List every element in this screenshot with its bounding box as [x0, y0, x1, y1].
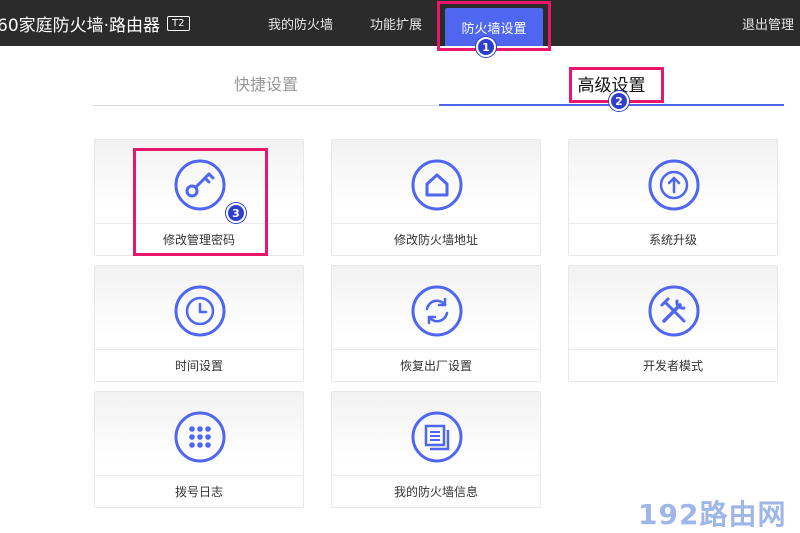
logout-button[interactable]: 退出管理: [742, 0, 794, 46]
home-icon: [411, 159, 463, 211]
step-badge-2: 2: [609, 91, 629, 111]
step-badge-3: 3: [226, 203, 246, 223]
card-label: 开发者模式: [569, 349, 777, 381]
model-tag: T2: [167, 15, 190, 31]
nav-extensions[interactable]: 功能扩展: [370, 0, 422, 46]
tools-icon: [648, 285, 700, 337]
card-change-address[interactable]: 修改防火墙地址: [331, 139, 541, 256]
card-label: 系统升级: [569, 223, 777, 255]
card-developer-mode[interactable]: 开发者模式: [568, 265, 778, 382]
arrow-up-icon: [648, 159, 700, 211]
logo: 60家庭防火墙·路由器 T2: [0, 0, 190, 46]
card-label: 修改防火墙地址: [332, 223, 540, 255]
step-badge-1: 1: [476, 37, 496, 57]
card-firewall-info[interactable]: 我的防火墙信息: [331, 391, 541, 508]
card-label: 时间设置: [95, 349, 303, 381]
top-bar: 60家庭防火墙·路由器 T2 我的防火墙 功能扩展 防火墙设置 退出管理: [0, 0, 800, 46]
refresh-icon: [411, 285, 463, 337]
card-time-settings[interactable]: 时间设置: [94, 265, 304, 382]
card-label: 拨号日志: [95, 475, 303, 507]
highlight-box-card: [133, 148, 268, 256]
card-factory-reset[interactable]: 恢复出厂设置: [331, 265, 541, 382]
card-label: 恢复出厂设置: [332, 349, 540, 381]
watermark: 192路由网: [638, 498, 787, 531]
clock-icon: [174, 285, 226, 337]
tab-underline: [93, 105, 439, 106]
tab-quick-settings[interactable]: 快捷设置: [93, 60, 439, 106]
card-system-upgrade[interactable]: 系统升级: [568, 139, 778, 256]
card-dial-log[interactable]: 拨号日志: [94, 391, 304, 508]
logo-text: 60家庭防火墙·路由器: [0, 15, 161, 36]
card-label: 我的防火墙信息: [332, 475, 540, 507]
dialpad-icon: [174, 411, 226, 463]
nav-my-firewall[interactable]: 我的防火墙: [268, 0, 333, 46]
document-icon: [411, 411, 463, 463]
